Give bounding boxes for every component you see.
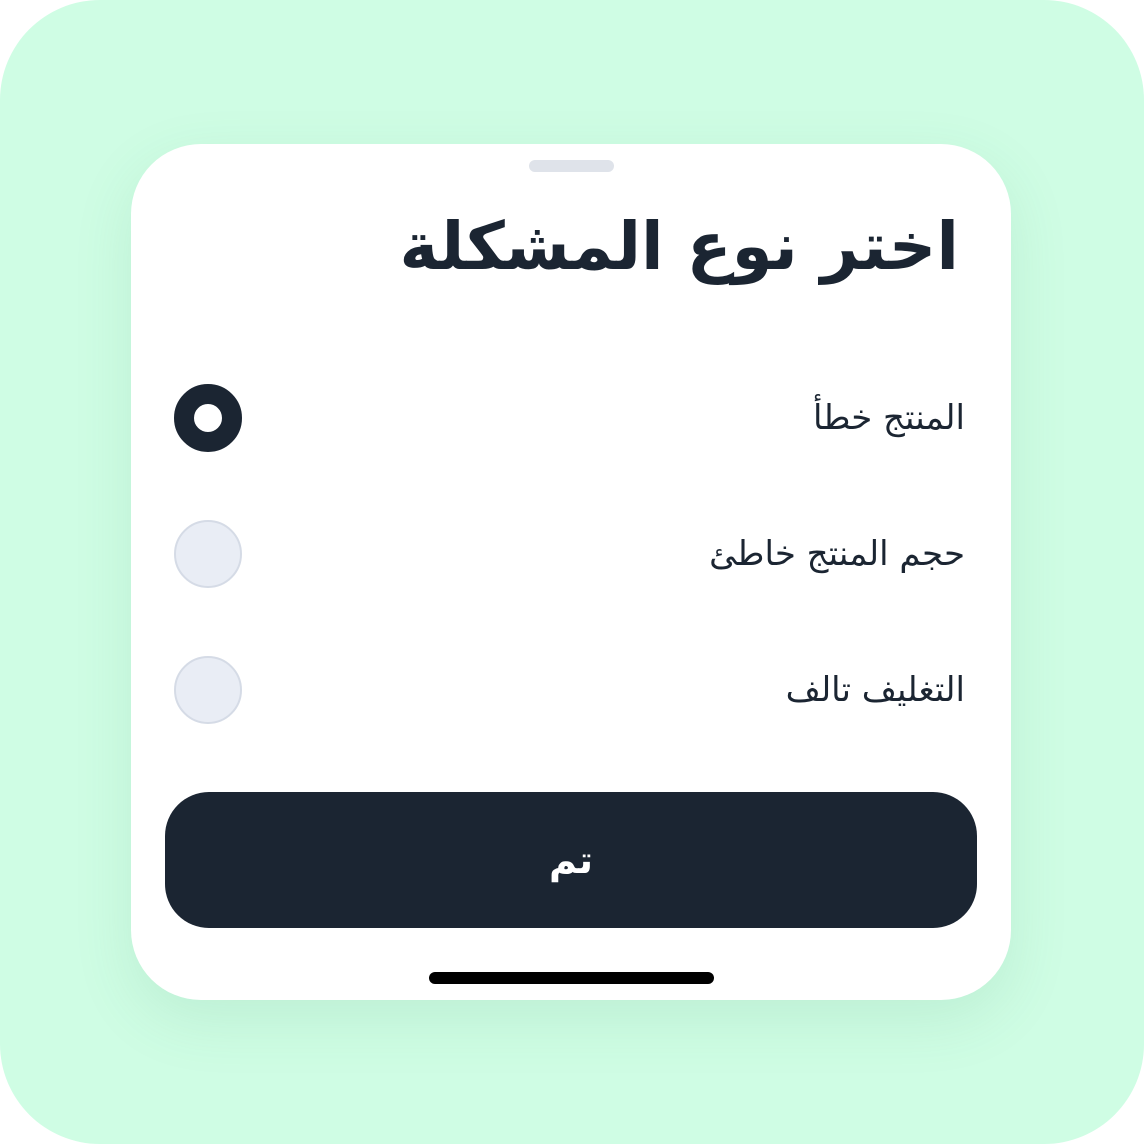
bottom-sheet: اختر نوع المشكلة المنتج خطأ حجم المنتج خ… bbox=[131, 144, 1011, 1000]
radio-button[interactable] bbox=[174, 656, 242, 724]
option-label: التغليف تالف bbox=[785, 670, 965, 710]
radio-button[interactable] bbox=[174, 520, 242, 588]
done-button-label: تم bbox=[548, 838, 594, 882]
sheet-title: اختر نوع المشكلة bbox=[399, 208, 959, 285]
option-wrong-size[interactable]: حجم المنتج خاطئ bbox=[165, 514, 965, 594]
option-damaged-packaging[interactable]: التغليف تالف bbox=[165, 650, 965, 730]
option-wrong-product[interactable]: المنتج خطأ bbox=[165, 378, 965, 458]
sheet-grabber-handle[interactable] bbox=[529, 160, 614, 172]
home-indicator bbox=[429, 972, 714, 984]
radio-button-selected[interactable] bbox=[174, 384, 242, 452]
option-label: المنتج خطأ bbox=[812, 398, 965, 438]
done-button[interactable]: تم bbox=[165, 792, 977, 928]
option-label: حجم المنتج خاطئ bbox=[709, 534, 965, 574]
